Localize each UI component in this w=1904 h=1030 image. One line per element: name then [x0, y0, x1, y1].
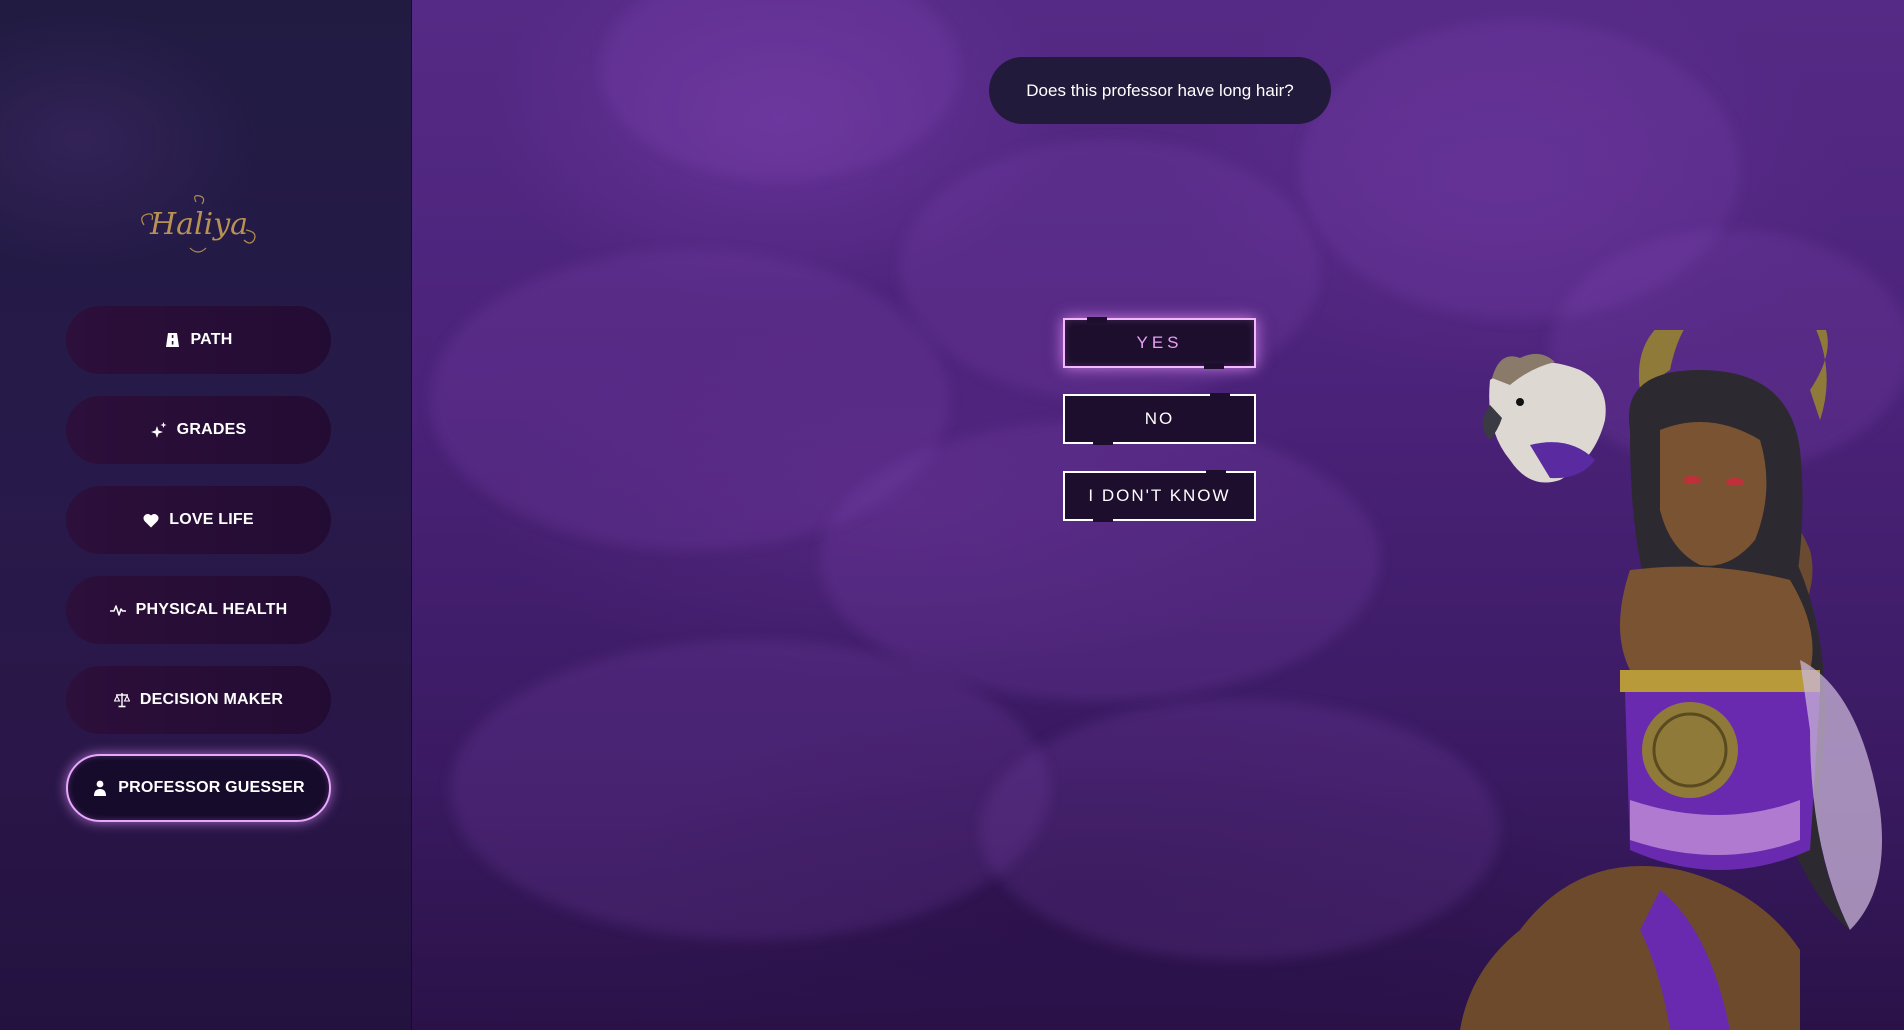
button-notch [1206, 470, 1226, 476]
answer-label: I DON'T KNOW [1088, 486, 1231, 505]
sidebar-item-love-life[interactable]: LOVE LIFE [66, 486, 331, 554]
sidebar: Haliya PATH GRADES LOVE LIFE PHYSICAL HE… [0, 0, 412, 1030]
answer-label: NO [1144, 409, 1175, 428]
sidebar-item-label: PHYSICAL HEALTH [135, 601, 288, 618]
answer-yes-button[interactable]: YES [1063, 317, 1256, 369]
character-illustration [1380, 275, 1904, 1030]
sidebar-item-label: GRADES [176, 421, 247, 438]
question-bubble: Does this professor have long hair? [989, 57, 1331, 124]
haliya-logo[interactable]: Haliya [134, 190, 264, 260]
road-icon [165, 332, 181, 348]
button-notch [1093, 439, 1113, 445]
heart-icon [143, 512, 159, 528]
sidebar-item-label: PATH [190, 331, 233, 348]
sidebar-item-professor-guesser[interactable]: PROFESSOR GUESSER [66, 754, 331, 822]
person-icon [92, 780, 108, 796]
sidebar-item-physical-health[interactable]: PHYSICAL HEALTH [66, 576, 331, 644]
answer-label: YES [1136, 333, 1183, 352]
sidebar-item-grades[interactable]: GRADES [66, 396, 331, 464]
heartbeat-icon [109, 602, 126, 618]
button-notch [1093, 516, 1113, 522]
sidebar-item-label: DECISION MAKER [139, 691, 284, 708]
button-notch [1210, 393, 1230, 399]
scale-icon [113, 692, 130, 708]
answer-no-button[interactable]: NO [1063, 393, 1256, 445]
question-text: Does this professor have long hair? [1026, 80, 1294, 100]
sidebar-item-path[interactable]: PATH [66, 306, 331, 374]
button-notch [1204, 363, 1224, 369]
sidebar-item-label: LOVE LIFE [169, 511, 254, 528]
sidebar-item-label: PROFESSOR GUESSER [118, 779, 305, 796]
sparkles-icon [150, 422, 167, 438]
answer-dont-know-button[interactable]: I DON'T KNOW [1063, 470, 1256, 522]
button-notch [1087, 317, 1107, 323]
sidebar-item-decision-maker[interactable]: DECISION MAKER [66, 666, 331, 734]
logo-text: Haliya [149, 207, 248, 242]
